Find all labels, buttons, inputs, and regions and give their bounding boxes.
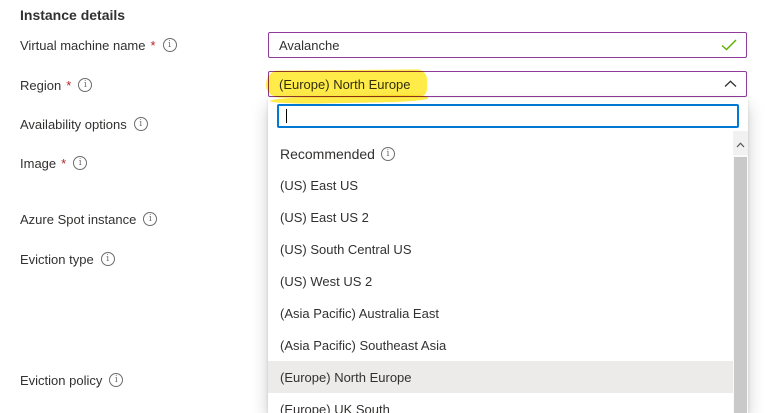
required-asterisk: *	[151, 38, 156, 53]
vm-name-label: Virtual machine name	[20, 38, 146, 53]
region-option[interactable]: (US) West US 2	[268, 265, 733, 297]
info-icon[interactable]	[73, 156, 87, 170]
vm-name-label-row: Virtual machine name *	[20, 37, 177, 53]
availability-options-label: Availability options	[20, 117, 127, 132]
region-dropdown-panel: Recommended (US) East US(US) East US 2(U…	[268, 98, 748, 413]
availability-options-label-row: Availability options	[20, 116, 148, 132]
image-label-row: Image *	[20, 155, 87, 171]
info-icon[interactable]	[109, 373, 123, 387]
region-label-row: Region *	[20, 77, 92, 93]
section-title: Instance details	[20, 7, 125, 23]
required-asterisk: *	[66, 78, 71, 93]
info-icon[interactable]	[101, 252, 115, 266]
eviction-type-label-row: Eviction type	[20, 251, 115, 267]
region-selected-value: (Europe) North Europe	[279, 77, 411, 92]
region-option[interactable]: (US) South Central US	[268, 233, 733, 265]
text-caret	[286, 109, 287, 123]
info-icon[interactable]	[381, 147, 395, 161]
instance-details-form: { "section_title": "Instance details", "…	[0, 0, 769, 413]
info-icon[interactable]	[134, 117, 148, 131]
scrollbar[interactable]	[733, 131, 748, 413]
info-icon[interactable]	[143, 212, 157, 226]
region-search-input[interactable]	[279, 106, 737, 126]
image-label: Image	[20, 156, 56, 171]
azure-spot-label: Azure Spot instance	[20, 212, 136, 227]
scroll-up-button[interactable]	[733, 131, 748, 155]
region-option[interactable]: (US) East US 2	[268, 201, 733, 233]
region-group-header: Recommended	[280, 141, 395, 167]
region-option[interactable]: (Asia Pacific) Southeast Asia	[268, 329, 733, 361]
eviction-policy-label: Eviction policy	[20, 373, 102, 388]
region-option[interactable]: (US) East US	[268, 169, 733, 201]
region-search-box[interactable]	[277, 104, 739, 128]
region-option[interactable]: (Europe) UK South	[268, 393, 733, 413]
scroll-up-icon	[736, 136, 745, 151]
scrollbar-thumb[interactable]	[734, 157, 747, 413]
group-header-label: Recommended	[280, 146, 375, 162]
chevron-up-icon	[724, 80, 737, 88]
required-asterisk: *	[61, 156, 66, 171]
info-icon[interactable]	[163, 38, 177, 52]
azure-spot-label-row: Azure Spot instance	[20, 211, 157, 227]
region-label: Region	[20, 78, 61, 93]
eviction-policy-label-row: Eviction policy	[20, 372, 123, 388]
eviction-type-label: Eviction type	[20, 252, 94, 267]
info-icon[interactable]	[78, 78, 92, 92]
region-dropdown[interactable]: (Europe) North Europe	[268, 71, 747, 97]
vm-name-value: Avalanche	[279, 38, 339, 53]
checkmark-icon	[721, 39, 737, 51]
region-option[interactable]: (Asia Pacific) Australia East	[268, 297, 733, 329]
region-option[interactable]: (Europe) North Europe	[268, 361, 733, 393]
region-listbox: (US) East US(US) East US 2(US) South Cen…	[268, 169, 733, 413]
vm-name-input[interactable]: Avalanche	[268, 32, 747, 58]
